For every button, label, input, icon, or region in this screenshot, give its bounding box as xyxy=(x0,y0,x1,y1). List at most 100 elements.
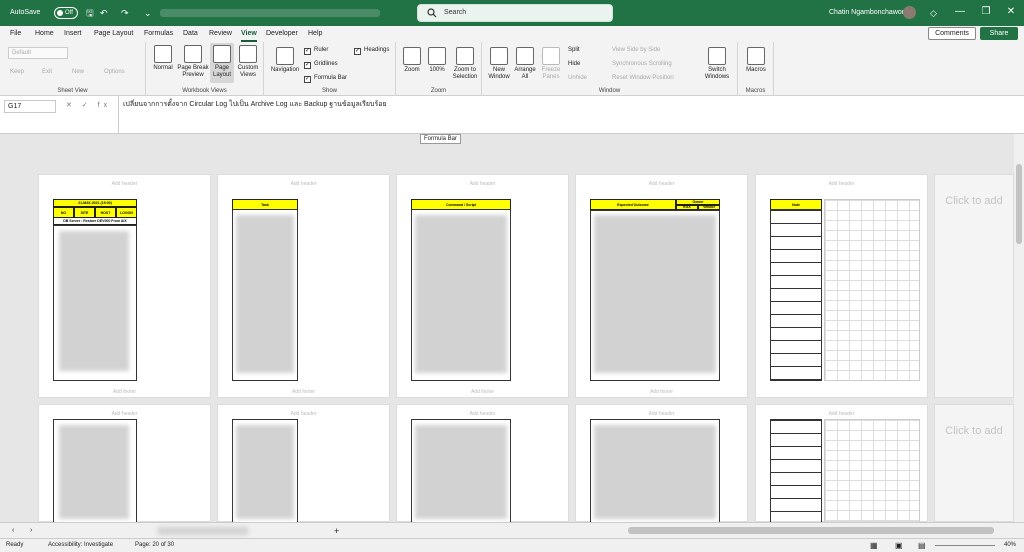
tab-review[interactable]: Review xyxy=(209,29,232,39)
exit-button[interactable]: Exit xyxy=(42,68,52,76)
zoom-button[interactable]: Zoom xyxy=(400,47,424,74)
ruler-checkbox[interactable]: ✓ Ruler xyxy=(304,46,328,55)
sheet-view-dropdown[interactable]: Default xyxy=(8,47,68,59)
zoom-level[interactable]: 40% xyxy=(1004,539,1016,552)
navigation-button[interactable]: Navigation xyxy=(268,47,302,74)
custom-views-button[interactable]: Custom Views xyxy=(234,45,262,79)
page-7[interactable]: Add header xyxy=(38,404,211,523)
prev-sheet-icon[interactable]: ‹ xyxy=(12,525,14,537)
formula-input[interactable]: เปลี่ยนจากการตั้งจาก Circular Log ไปเป็น… xyxy=(118,96,1014,134)
headings-checkbox[interactable]: ✓ Headings xyxy=(354,46,389,55)
page-10[interactable]: Add header xyxy=(575,404,748,523)
page-9[interactable]: Add header xyxy=(396,404,569,523)
tab-data[interactable]: Data xyxy=(183,29,198,39)
reset-window-position-button[interactable]: Reset Window Position xyxy=(612,74,674,82)
tab-formulas[interactable]: Formulas xyxy=(144,29,173,39)
options-button[interactable]: Options xyxy=(104,68,125,76)
maximize-button[interactable]: ❐ xyxy=(978,5,994,19)
tab-file[interactable]: File xyxy=(10,29,21,39)
vertical-scrollbar[interactable] xyxy=(1014,134,1024,522)
name-box[interactable]: G17 xyxy=(4,100,56,113)
page-11[interactable]: Add header xyxy=(755,404,928,523)
normal-view-icon[interactable]: ▦ xyxy=(870,539,878,552)
zoom-to-selection-button[interactable]: Zoom to Selection xyxy=(450,47,480,81)
page-2[interactable]: Add header Task Add footer xyxy=(217,174,390,398)
page-5[interactable]: Add header Note xyxy=(755,174,928,398)
customize-qat-icon[interactable]: ⌄ xyxy=(144,6,152,20)
add-header[interactable]: Add header xyxy=(39,411,210,417)
unhide-button[interactable]: Unhide xyxy=(568,74,587,82)
tab-view[interactable]: View xyxy=(241,29,257,42)
formula-controls[interactable]: ✕ ✓ fx xyxy=(66,101,111,109)
undo-icon[interactable]: ↶ xyxy=(100,6,108,20)
tab-home[interactable]: Home xyxy=(35,29,54,39)
macros-button[interactable]: Macros xyxy=(742,47,770,74)
add-header[interactable]: Add header xyxy=(218,181,389,187)
click-to-add[interactable]: Click to add xyxy=(935,195,1013,207)
page-6-empty[interactable]: Click to add xyxy=(934,174,1014,398)
formula-bar-checkbox[interactable]: ✓ Formula Bar xyxy=(304,74,347,83)
tab-developer[interactable]: Developer xyxy=(266,29,298,39)
user-name[interactable]: Chatin Ngambonchawong xyxy=(829,6,910,20)
ribbon: Default Keep Exit New Options Sheet View… xyxy=(0,42,1024,96)
add-header[interactable]: Add header xyxy=(576,181,747,187)
page-layout-view-button[interactable]: Page Layout xyxy=(210,43,234,83)
switch-windows-button[interactable]: Switch Windows xyxy=(700,47,734,81)
add-footer[interactable]: Add footer xyxy=(397,389,568,395)
accessibility-status[interactable]: Accessibility: Investigate xyxy=(48,539,113,552)
save-icon[interactable]: 🖫 xyxy=(86,6,94,20)
diamond-icon[interactable]: ◇ xyxy=(930,6,937,20)
add-header[interactable]: Add header xyxy=(756,411,927,417)
page-1[interactable]: Add header 21-MAY-2021 (19:00) NO SITE H… xyxy=(38,174,211,398)
page-layout-canvas[interactable]: Add header 21-MAY-2021 (19:00) NO SITE H… xyxy=(0,134,1024,523)
split-button[interactable]: Split xyxy=(568,46,580,54)
add-sheet-button[interactable]: + xyxy=(334,525,339,537)
next-sheet-icon[interactable]: › xyxy=(30,525,32,537)
page-break-preview-button[interactable]: Page Break Preview xyxy=(176,45,210,79)
vertical-scroll-thumb[interactable] xyxy=(1016,164,1022,244)
add-footer[interactable]: Add footer xyxy=(39,389,210,395)
normal-view-button[interactable]: Normal xyxy=(150,45,176,72)
gridlines-checkbox[interactable]: ✓ Gridlines xyxy=(304,60,338,69)
tab-page-layout[interactable]: Page Layout xyxy=(94,29,133,39)
keep-button[interactable]: Keep xyxy=(10,68,24,76)
minimize-button[interactable]: — xyxy=(952,5,968,19)
page-8[interactable]: Add header xyxy=(217,404,390,523)
page-12-empty[interactable]: Click to add xyxy=(934,404,1014,522)
avatar[interactable] xyxy=(903,6,916,19)
add-header[interactable]: Add header xyxy=(397,411,568,417)
add-footer[interactable]: Add footer xyxy=(218,389,389,395)
comments-button[interactable]: Comments xyxy=(928,27,976,40)
zoom-100-button[interactable]: 100% xyxy=(426,47,448,74)
close-button[interactable]: ✕ xyxy=(1003,5,1019,19)
new-window-button[interactable]: New Window xyxy=(486,47,512,81)
share-button[interactable]: Share xyxy=(980,27,1018,40)
page-3[interactable]: Add header Command / Script Add footer xyxy=(396,174,569,398)
page-4[interactable]: Add header Expected Outcome Owner EGX Ve… xyxy=(575,174,748,398)
add-header[interactable]: Add header xyxy=(218,411,389,417)
add-header[interactable]: Add header xyxy=(756,181,927,187)
horizontal-scroll-thumb[interactable] xyxy=(628,527,994,534)
add-header[interactable]: Add header xyxy=(397,181,568,187)
redo-icon[interactable]: ↷ xyxy=(121,6,129,20)
page-layout-view-icon[interactable]: ▣ xyxy=(895,539,903,552)
click-to-add[interactable]: Click to add xyxy=(935,425,1013,437)
group-workbook-views: Normal Page Break Preview Page Layout Cu… xyxy=(146,42,264,96)
add-header[interactable]: Add header xyxy=(39,181,210,187)
sheet-tab-redacted[interactable] xyxy=(158,527,248,535)
tab-help[interactable]: Help xyxy=(308,29,322,39)
add-header[interactable]: Add header xyxy=(576,411,747,417)
zoom-slider[interactable] xyxy=(935,545,995,546)
synchronous-scrolling-button[interactable]: Synchronous Scrolling xyxy=(612,60,672,68)
arrange-all-button[interactable]: Arrange All xyxy=(512,47,538,81)
new-view-button[interactable]: New xyxy=(72,68,84,76)
autosave-toggle[interactable]: Off xyxy=(54,7,78,19)
add-footer[interactable]: Add footer xyxy=(576,389,747,395)
group-label-sheet-view: Sheet View xyxy=(57,88,88,94)
page-break-view-icon[interactable]: ▤ xyxy=(918,539,926,552)
hide-button[interactable]: Hide xyxy=(568,60,580,68)
view-side-by-side-button[interactable]: View Side by Side xyxy=(612,46,660,54)
freeze-panes-button[interactable]: Freeze Panes xyxy=(538,47,564,81)
search-box[interactable]: Search xyxy=(417,4,613,22)
tab-insert[interactable]: Insert xyxy=(64,29,82,39)
